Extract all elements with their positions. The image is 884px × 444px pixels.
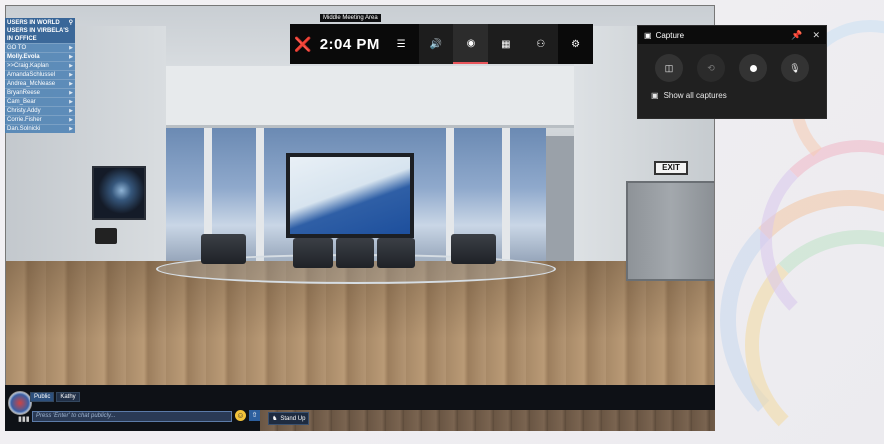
mic-toggle-button[interactable]: 🎙 <box>781 54 809 82</box>
chevron-right-icon: ▶ <box>69 90 73 96</box>
speaker-icon[interactable] <box>95 228 117 244</box>
virtual-world-window[interactable]: EXIT <box>5 5 715 431</box>
user-item[interactable]: AmandaSchlussel ▶ <box>5 70 75 79</box>
user-item[interactable]: Corrie.Fisher ▶ <box>5 115 75 124</box>
chevron-right-icon: ▶ <box>69 81 73 87</box>
camera-icon: ◫ <box>664 62 674 73</box>
close-icon[interactable]: ✕ <box>812 30 820 41</box>
chat-tabs: Public Kathy <box>30 392 80 402</box>
capture-header: ▣ Capture 📌 ✕ <box>638 26 826 44</box>
room-label: Middle Meeting Area <box>320 14 381 22</box>
stand-up-button[interactable]: ♞ Stand Up <box>268 412 310 425</box>
chat-input[interactable]: Press 'Enter' to chat publicly... <box>32 411 232 422</box>
game-bar: ❌ 2:04 PM ☰ 🔊 ◉ ▦ ⚇ ⚙ <box>290 24 593 64</box>
chair[interactable] <box>201 234 246 264</box>
start-recording-button[interactable] <box>739 54 767 82</box>
history-icon: ⟲ <box>707 62 715 73</box>
user-item[interactable]: >>Craig.Kaplan ▶ <box>5 61 75 70</box>
elevator-door[interactable] <box>626 181 714 281</box>
menu-icon[interactable]: ☰ <box>384 24 419 64</box>
emoji-icon[interactable]: ☺ <box>235 410 246 421</box>
show-all-captures-link[interactable]: ▣ Show all captures <box>638 82 826 100</box>
clock: 2:04 PM <box>319 35 380 53</box>
search-icon[interactable]: ⚲ <box>69 19 73 26</box>
users-panel: USERS IN WORLD ⚲ USERS IN VIRBELA'S IN O… <box>5 18 75 133</box>
users-subheader[interactable]: USERS IN VIRBELA'S <box>5 27 75 35</box>
exit-sign: EXIT <box>654 161 688 175</box>
user-item[interactable]: BryanReese ▶ <box>5 88 75 97</box>
chat-tab-public[interactable]: Public <box>30 392 55 402</box>
record-last-30s-button[interactable]: ⟲ <box>697 54 725 82</box>
screenshot-button[interactable]: ◫ <box>655 54 683 82</box>
chair[interactable] <box>451 234 496 264</box>
settings-icon[interactable]: ⚙ <box>558 24 593 64</box>
capture-icon[interactable]: ◉ <box>453 24 489 64</box>
capture-title: Capture <box>655 30 685 40</box>
mic-off-icon: 🎙 <box>789 62 801 73</box>
capture-widget-icon: ▣ <box>644 30 652 40</box>
share-icon[interactable]: ⇧ <box>249 410 260 421</box>
chevron-right-icon: ▶ <box>69 99 73 105</box>
user-item[interactable]: Andrea_McNease ▶ <box>5 79 75 88</box>
user-item[interactable]: Christy.Addy ▶ <box>5 106 75 115</box>
user-item[interactable]: Molly.Evola ▶ <box>5 52 75 61</box>
audio-icon[interactable]: 🔊 <box>418 24 454 64</box>
wall-painting[interactable] <box>92 166 146 220</box>
presentation-screen[interactable] <box>286 153 414 238</box>
goto-row[interactable]: GO TO ▶ <box>5 43 75 52</box>
person-icon: ♞ <box>272 416 278 422</box>
chevron-right-icon: ▶ <box>69 117 73 123</box>
chair[interactable] <box>336 238 374 268</box>
chair[interactable] <box>293 238 333 268</box>
user-item[interactable]: Dan.Solnicki ▶ <box>5 124 75 133</box>
pin-icon[interactable]: 📌 <box>791 30 802 41</box>
users-subheader-office[interactable]: IN OFFICE <box>5 35 75 43</box>
user-item[interactable]: Cam_Bear ▶ <box>5 97 75 106</box>
avatar[interactable] <box>8 391 32 415</box>
chevron-right-icon: ▶ <box>69 108 73 114</box>
floor-edge <box>260 410 715 431</box>
performance-icon[interactable]: ▦ <box>488 24 524 64</box>
chevron-right-icon: ▶ <box>69 54 73 60</box>
signal-strength-icon: ▮▮▮ <box>18 416 30 423</box>
chevron-right-icon: ▶ <box>69 126 73 132</box>
chat-tab-user[interactable]: Kathy <box>56 392 80 402</box>
xbox-icon[interactable]: ❌ <box>290 36 316 53</box>
chevron-right-icon: ▶ <box>69 72 73 78</box>
gallery-icon: ▣ <box>651 91 659 100</box>
chevron-right-icon: ▶ <box>69 45 73 51</box>
capture-widget: ▣ Capture 📌 ✕ ◫ ⟲ 🎙 ▣ Show all captures <box>637 25 827 119</box>
3d-scene[interactable]: EXIT <box>6 6 714 430</box>
social-icon[interactable]: ⚇ <box>523 24 559 64</box>
chair[interactable] <box>377 238 415 268</box>
screen: EXIT Middle Meeting Area USERS IN WORLD … <box>0 0 884 444</box>
record-icon <box>749 64 757 72</box>
users-panel-title: USERS IN WORLD <box>7 19 60 26</box>
chevron-right-icon: ▶ <box>69 63 73 69</box>
